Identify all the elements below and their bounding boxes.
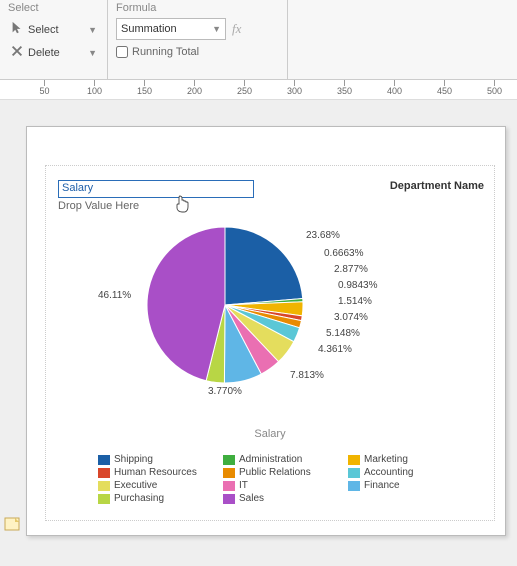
legend-item: Purchasing (98, 493, 223, 504)
legend-label: Executive (114, 480, 157, 491)
legend-label: Shipping (114, 454, 153, 465)
legend-label: IT (239, 480, 248, 491)
x-icon (10, 44, 24, 61)
ruler-tick: 350 (344, 80, 345, 100)
legend-swatch (348, 468, 360, 478)
legend-swatch (223, 468, 235, 478)
legend-swatch (223, 455, 235, 465)
cursor-icon (10, 21, 24, 38)
fx-button[interactable]: fx (232, 21, 241, 37)
note-icon[interactable] (4, 515, 22, 536)
group-title-formula: Formula (116, 2, 279, 14)
ruler-tick: 150 (144, 80, 145, 100)
running-total-label: Running Total (132, 46, 199, 58)
pie-svg (140, 220, 310, 390)
ruler-tick: 400 (394, 80, 395, 100)
legend-swatch (348, 455, 360, 465)
legend-swatch (98, 468, 110, 478)
legend: Shipping Administration Marketing Human Res… (98, 454, 484, 506)
pie-chart: 23.68% 0.6663% 2.877% 0.9843% 1.514% 3.0… (96, 210, 456, 420)
dropdown-arrow-icon: ▼ (88, 25, 97, 35)
legend-item: Human Resources (98, 467, 223, 478)
legend-item: Marketing (348, 454, 473, 465)
legend-swatch (223, 481, 235, 491)
ruler-tick: 50 (44, 80, 45, 100)
pie-slice (225, 227, 303, 305)
ruler-tick: 500 (494, 80, 495, 100)
delete-button-label: Delete (28, 47, 60, 59)
legend-label: Sales (239, 493, 264, 504)
legend-item: Shipping (98, 454, 223, 465)
legend-swatch (223, 494, 235, 504)
legend-item: Sales (223, 493, 348, 504)
data-label: 5.148% (326, 328, 360, 339)
legend-label: Finance (364, 480, 400, 491)
legend-label: Public Relations (239, 467, 311, 478)
ruler-tick: 200 (194, 80, 195, 100)
legend-label: Purchasing (114, 493, 164, 504)
legend-item: Administration (223, 454, 348, 465)
ruler-tick: 300 (294, 80, 295, 100)
data-label: 3.770% (208, 386, 242, 397)
salary-field-input[interactable]: Salary (58, 180, 254, 198)
data-label: 3.074% (334, 312, 368, 323)
legend-item: IT (223, 480, 348, 491)
delete-button[interactable]: Delete ▼ (8, 41, 99, 64)
chart-x-title: Salary (46, 428, 494, 440)
data-label: 0.6663% (324, 248, 363, 259)
dropdown-arrow-icon: ▼ (88, 48, 97, 58)
formula-combobox[interactable]: Summation ▼ (116, 18, 226, 40)
ruler-tick: 100 (94, 80, 95, 100)
data-label: 23.68% (306, 230, 340, 241)
ruler-tick: 250 (244, 80, 245, 100)
running-total-input[interactable] (116, 46, 128, 58)
legend-swatch (98, 455, 110, 465)
running-total-checkbox[interactable]: Running Total (116, 46, 279, 58)
data-label: 1.514% (338, 296, 372, 307)
ribbon-group-select: Select Select ▼ Delete ▼ (0, 0, 108, 79)
ruler-tick: 450 (444, 80, 445, 100)
select-button-label: Select (28, 24, 59, 36)
group-title-select: Select (8, 2, 99, 14)
legend-swatch (348, 481, 360, 491)
ribbon-toolbar: Select Select ▼ Delete ▼ Formula Summati… (0, 0, 517, 80)
formula-value: Summation (121, 23, 177, 35)
design-canvas: Salary Drop Value Here Department Name 2… (0, 100, 517, 566)
data-label: 2.877% (334, 264, 368, 275)
data-label: 0.9843% (338, 280, 377, 291)
legend-swatch (98, 494, 110, 504)
legend-swatch (98, 481, 110, 491)
chart-frame: Salary Drop Value Here Department Name 2… (45, 165, 495, 521)
data-label: 4.361% (318, 344, 352, 355)
legend-label: Marketing (364, 454, 408, 465)
report-page[interactable]: Salary Drop Value Here Department Name 2… (26, 126, 506, 536)
legend-label: Human Resources (114, 467, 197, 478)
legend-label: Administration (239, 454, 302, 465)
dropdown-arrow-icon: ▼ (212, 24, 221, 34)
legend-label: Accounting (364, 467, 413, 478)
data-label: 7.813% (290, 370, 324, 381)
legend-item: Accounting (348, 467, 473, 478)
data-label: 46.11% (98, 290, 131, 301)
legend-item: Executive (98, 480, 223, 491)
legend-item: Finance (348, 480, 473, 491)
ribbon-group-formula: Formula Summation ▼ fx Running Total (108, 0, 288, 79)
legend-title: Department Name (390, 180, 484, 192)
select-button[interactable]: Select ▼ (8, 18, 99, 41)
legend-item: Public Relations (223, 467, 348, 478)
horizontal-ruler: 50 100 150 200 250 300 350 400 450 500 (0, 80, 517, 100)
